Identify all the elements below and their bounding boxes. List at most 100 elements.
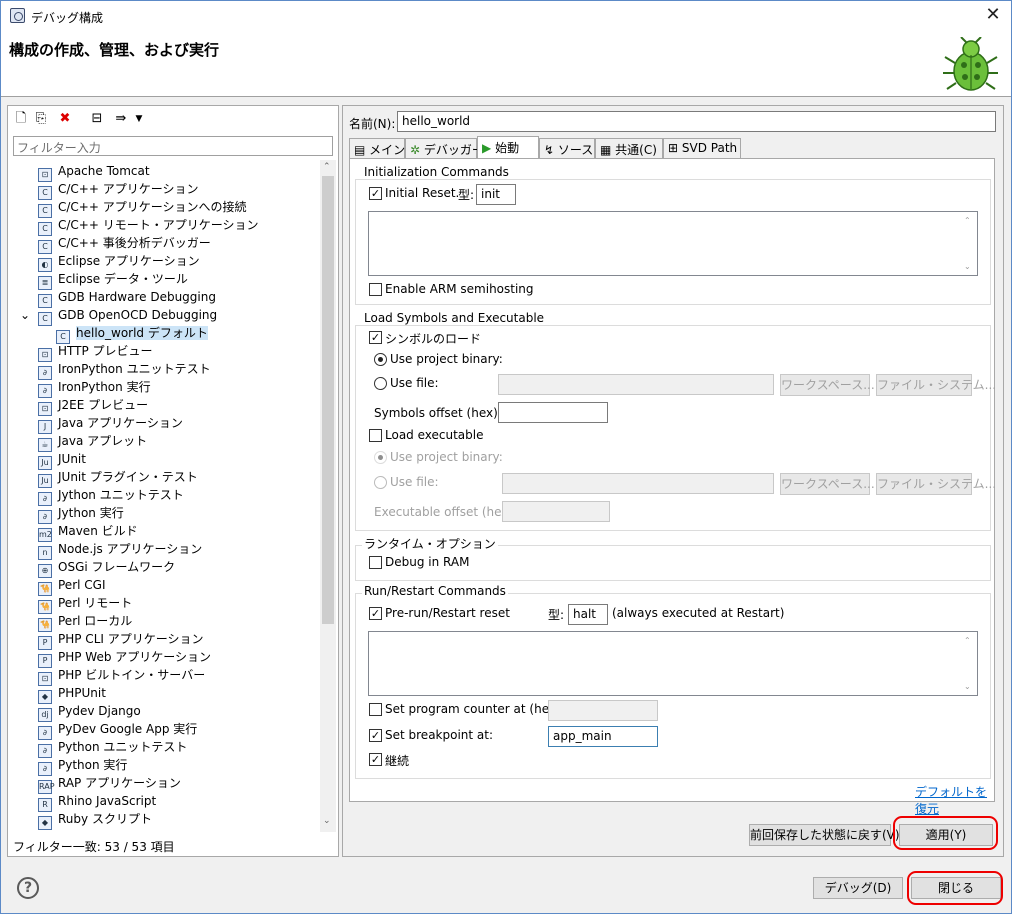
load-symbols-checkbox[interactable]: ✓ bbox=[369, 331, 382, 344]
set-pc-field[interactable] bbox=[548, 700, 658, 721]
tree-item-label: Jython 実行 bbox=[58, 506, 124, 520]
initial-reset-checkbox[interactable]: ✓ bbox=[369, 187, 382, 200]
chevron-down-icon[interactable]: ▼ bbox=[130, 110, 148, 128]
tree-item[interactable]: C GDB OpenOCD Debugging bbox=[38, 306, 217, 326]
tree-item[interactable]: ∂ IronPython ユニットテスト bbox=[38, 360, 211, 380]
tree-item[interactable]: ⊕ OSGi フレームワーク bbox=[38, 558, 175, 578]
tree-item[interactable]: n Node.js アプリケーション bbox=[38, 540, 203, 560]
restore-defaults-link[interactable]: デフォルトを復元 bbox=[915, 783, 994, 817]
tree-item[interactable]: ◆ PHPUnit bbox=[38, 684, 106, 704]
semihosting-checkbox[interactable] bbox=[369, 283, 382, 296]
symbols-file-field[interactable] bbox=[498, 374, 774, 395]
tree-item[interactable]: Chello_world デフォルト bbox=[56, 324, 208, 344]
tree-item[interactable]: m2 Maven ビルド bbox=[38, 522, 138, 542]
debug-in-ram-checkbox[interactable] bbox=[369, 556, 382, 569]
tree-scrollbar[interactable]: ⌃ ⌄ bbox=[320, 160, 336, 832]
tab-source[interactable]: ↯ ソース bbox=[539, 138, 595, 158]
symbols-offset-field[interactable] bbox=[498, 402, 608, 423]
restart-commands-textarea[interactable]: ⌃ ⌄ bbox=[368, 631, 978, 696]
filter-input[interactable]: フィルター入力 bbox=[13, 136, 333, 156]
name-field[interactable]: hello_world bbox=[397, 111, 996, 132]
tree-item[interactable]: P PHP Web アプリケーション bbox=[38, 648, 211, 668]
ruby-icon: ◆ bbox=[38, 816, 52, 830]
restart-group-title: Run/Restart Commands bbox=[362, 584, 508, 598]
tree-item-label: IronPython ユニットテスト bbox=[58, 362, 211, 376]
tree-item[interactable]: ◆ Ruby スクリプト bbox=[38, 810, 152, 830]
tree-item[interactable]: ∂ Python 実行 bbox=[38, 756, 128, 776]
tree-item-label: Python 実行 bbox=[58, 758, 128, 772]
tree-item[interactable]: ⊡ Apache Tomcat bbox=[38, 162, 150, 182]
new-config-icon[interactable]: 🗋 bbox=[12, 110, 30, 128]
collapse-all-icon[interactable]: ⊟ bbox=[88, 110, 106, 128]
load-executable-checkbox[interactable] bbox=[369, 429, 382, 442]
set-breakpoint-checkbox[interactable]: ✓ bbox=[369, 729, 382, 742]
tree-item[interactable]: ⊡ PHP ビルトイン・サーバー bbox=[38, 666, 205, 686]
tab-startup[interactable]: ▶ 始動 bbox=[477, 136, 539, 159]
symbols-workspace-button[interactable]: ワークスペース... bbox=[780, 374, 875, 396]
tree-item[interactable]: C GDB Hardware Debugging bbox=[38, 288, 216, 308]
tree-item-label: RAP アプリケーション bbox=[58, 776, 181, 790]
use-file-radio[interactable] bbox=[374, 377, 387, 390]
tree-item[interactable]: 🐪 Perl CGI bbox=[38, 576, 106, 596]
filter-icon[interactable]: ⇛ bbox=[112, 110, 130, 128]
tree-item[interactable]: ⊡ J2EE プレビュー bbox=[38, 396, 149, 416]
tree-item[interactable]: Ju JUnit プラグイン・テスト bbox=[38, 468, 198, 488]
tree-item[interactable]: ≣ Eclipse データ・ツール bbox=[38, 270, 188, 290]
tree-item-label: J2EE プレビュー bbox=[58, 398, 149, 412]
help-icon[interactable]: ? bbox=[17, 877, 39, 899]
delete-icon[interactable]: ✖ bbox=[56, 110, 74, 128]
tree-item[interactable]: C C/C++ アプリケーション bbox=[38, 180, 199, 200]
tree-item[interactable]: R Rhino JavaScript bbox=[38, 792, 156, 812]
tree-item[interactable]: ∂ Jython ユニットテスト bbox=[38, 486, 184, 506]
tree-item[interactable]: C C/C++ 事後分析デバッガー bbox=[38, 234, 211, 254]
tree-item[interactable]: P PHP CLI アプリケーション bbox=[38, 630, 204, 650]
breakpoint-field[interactable]: app_main bbox=[548, 726, 658, 747]
exec-filesystem-button[interactable]: ファイル・システム... bbox=[876, 473, 996, 495]
tree-item[interactable]: C C/C++ アプリケーションへの接続 bbox=[38, 198, 247, 218]
startup-panel: Initialization Commands ✓ Initial Reset.… bbox=[349, 158, 996, 816]
revert-button[interactable]: 前回保存した状態に戻す(V) bbox=[749, 824, 900, 846]
tree-item-label: Pydev Django bbox=[58, 704, 141, 718]
tab-common[interactable]: ▦ 共通(C) bbox=[595, 138, 663, 158]
exec-workspace-button[interactable]: ワークスペース... bbox=[780, 473, 875, 495]
tree-item[interactable]: ⊡ HTTP プレビュー bbox=[38, 342, 153, 362]
prerun-reset-checkbox[interactable]: ✓ bbox=[369, 607, 382, 620]
tree-item[interactable]: ∂ Jython 実行 bbox=[38, 504, 124, 524]
continue-checkbox[interactable]: ✓ bbox=[369, 753, 382, 766]
debug-button[interactable]: デバッグ(D) bbox=[813, 877, 903, 899]
set-pc-checkbox[interactable] bbox=[369, 703, 382, 716]
tree-item[interactable]: ☕ Java アプレット bbox=[38, 432, 147, 452]
close-icon[interactable]: ✕ bbox=[983, 5, 1003, 25]
tab-svd-path[interactable]: ⊞ SVD Path bbox=[663, 138, 741, 158]
use-project-binary-radio[interactable] bbox=[374, 353, 387, 366]
tree-item-label: PHPUnit bbox=[58, 686, 106, 700]
tree-item-label: IronPython 実行 bbox=[58, 380, 151, 394]
exec-use-project-binary-radio[interactable] bbox=[374, 451, 387, 464]
tree-item[interactable]: Ju JUnit bbox=[38, 450, 86, 470]
exec-file-field[interactable] bbox=[502, 473, 774, 494]
restart-type-field[interactable]: halt bbox=[568, 604, 608, 625]
tab-debugger[interactable]: ✲ デバッガー bbox=[405, 138, 484, 158]
tree-item[interactable]: RAP RAP アプリケーション bbox=[38, 774, 181, 794]
init-commands-textarea[interactable]: ⌃ ⌄ bbox=[368, 211, 978, 276]
tree-item[interactable]: 🐪 Perl ローカル bbox=[38, 612, 132, 632]
init-type-field[interactable]: init bbox=[476, 184, 516, 205]
duplicate-icon[interactable]: ⎘ bbox=[32, 110, 50, 128]
tree-item[interactable]: ∂ IronPython 実行 bbox=[38, 378, 151, 398]
tree-item-label: Node.js アプリケーション bbox=[58, 542, 203, 556]
common-tab-icon: ▦ bbox=[600, 143, 612, 157]
tree-item[interactable]: dj Pydev Django bbox=[38, 702, 141, 722]
tree-item[interactable]: J Java アプリケーション bbox=[38, 414, 183, 434]
init-type-label: 型: bbox=[458, 188, 475, 202]
tree-item[interactable]: C C/C++ リモート・アプリケーション bbox=[38, 216, 259, 236]
symbols-filesystem-button[interactable]: ファイル・システム... bbox=[876, 374, 996, 396]
tree-item[interactable]: 🐪 Perl リモート bbox=[38, 594, 132, 614]
restart-type-label: 型: bbox=[548, 608, 565, 622]
expand-chevron-icon[interactable]: ⌄ bbox=[20, 306, 30, 324]
exec-use-file-radio[interactable] bbox=[374, 476, 387, 489]
tree-item[interactable]: ∂ PyDev Google App 実行 bbox=[38, 720, 197, 740]
tab-main[interactable]: ▤ メイン bbox=[349, 138, 405, 158]
tree-item[interactable]: ∂ Python ユニットテスト bbox=[38, 738, 187, 758]
exec-offset-field[interactable] bbox=[502, 501, 610, 522]
tree-item[interactable]: ◐ Eclipse アプリケーション bbox=[38, 252, 200, 272]
